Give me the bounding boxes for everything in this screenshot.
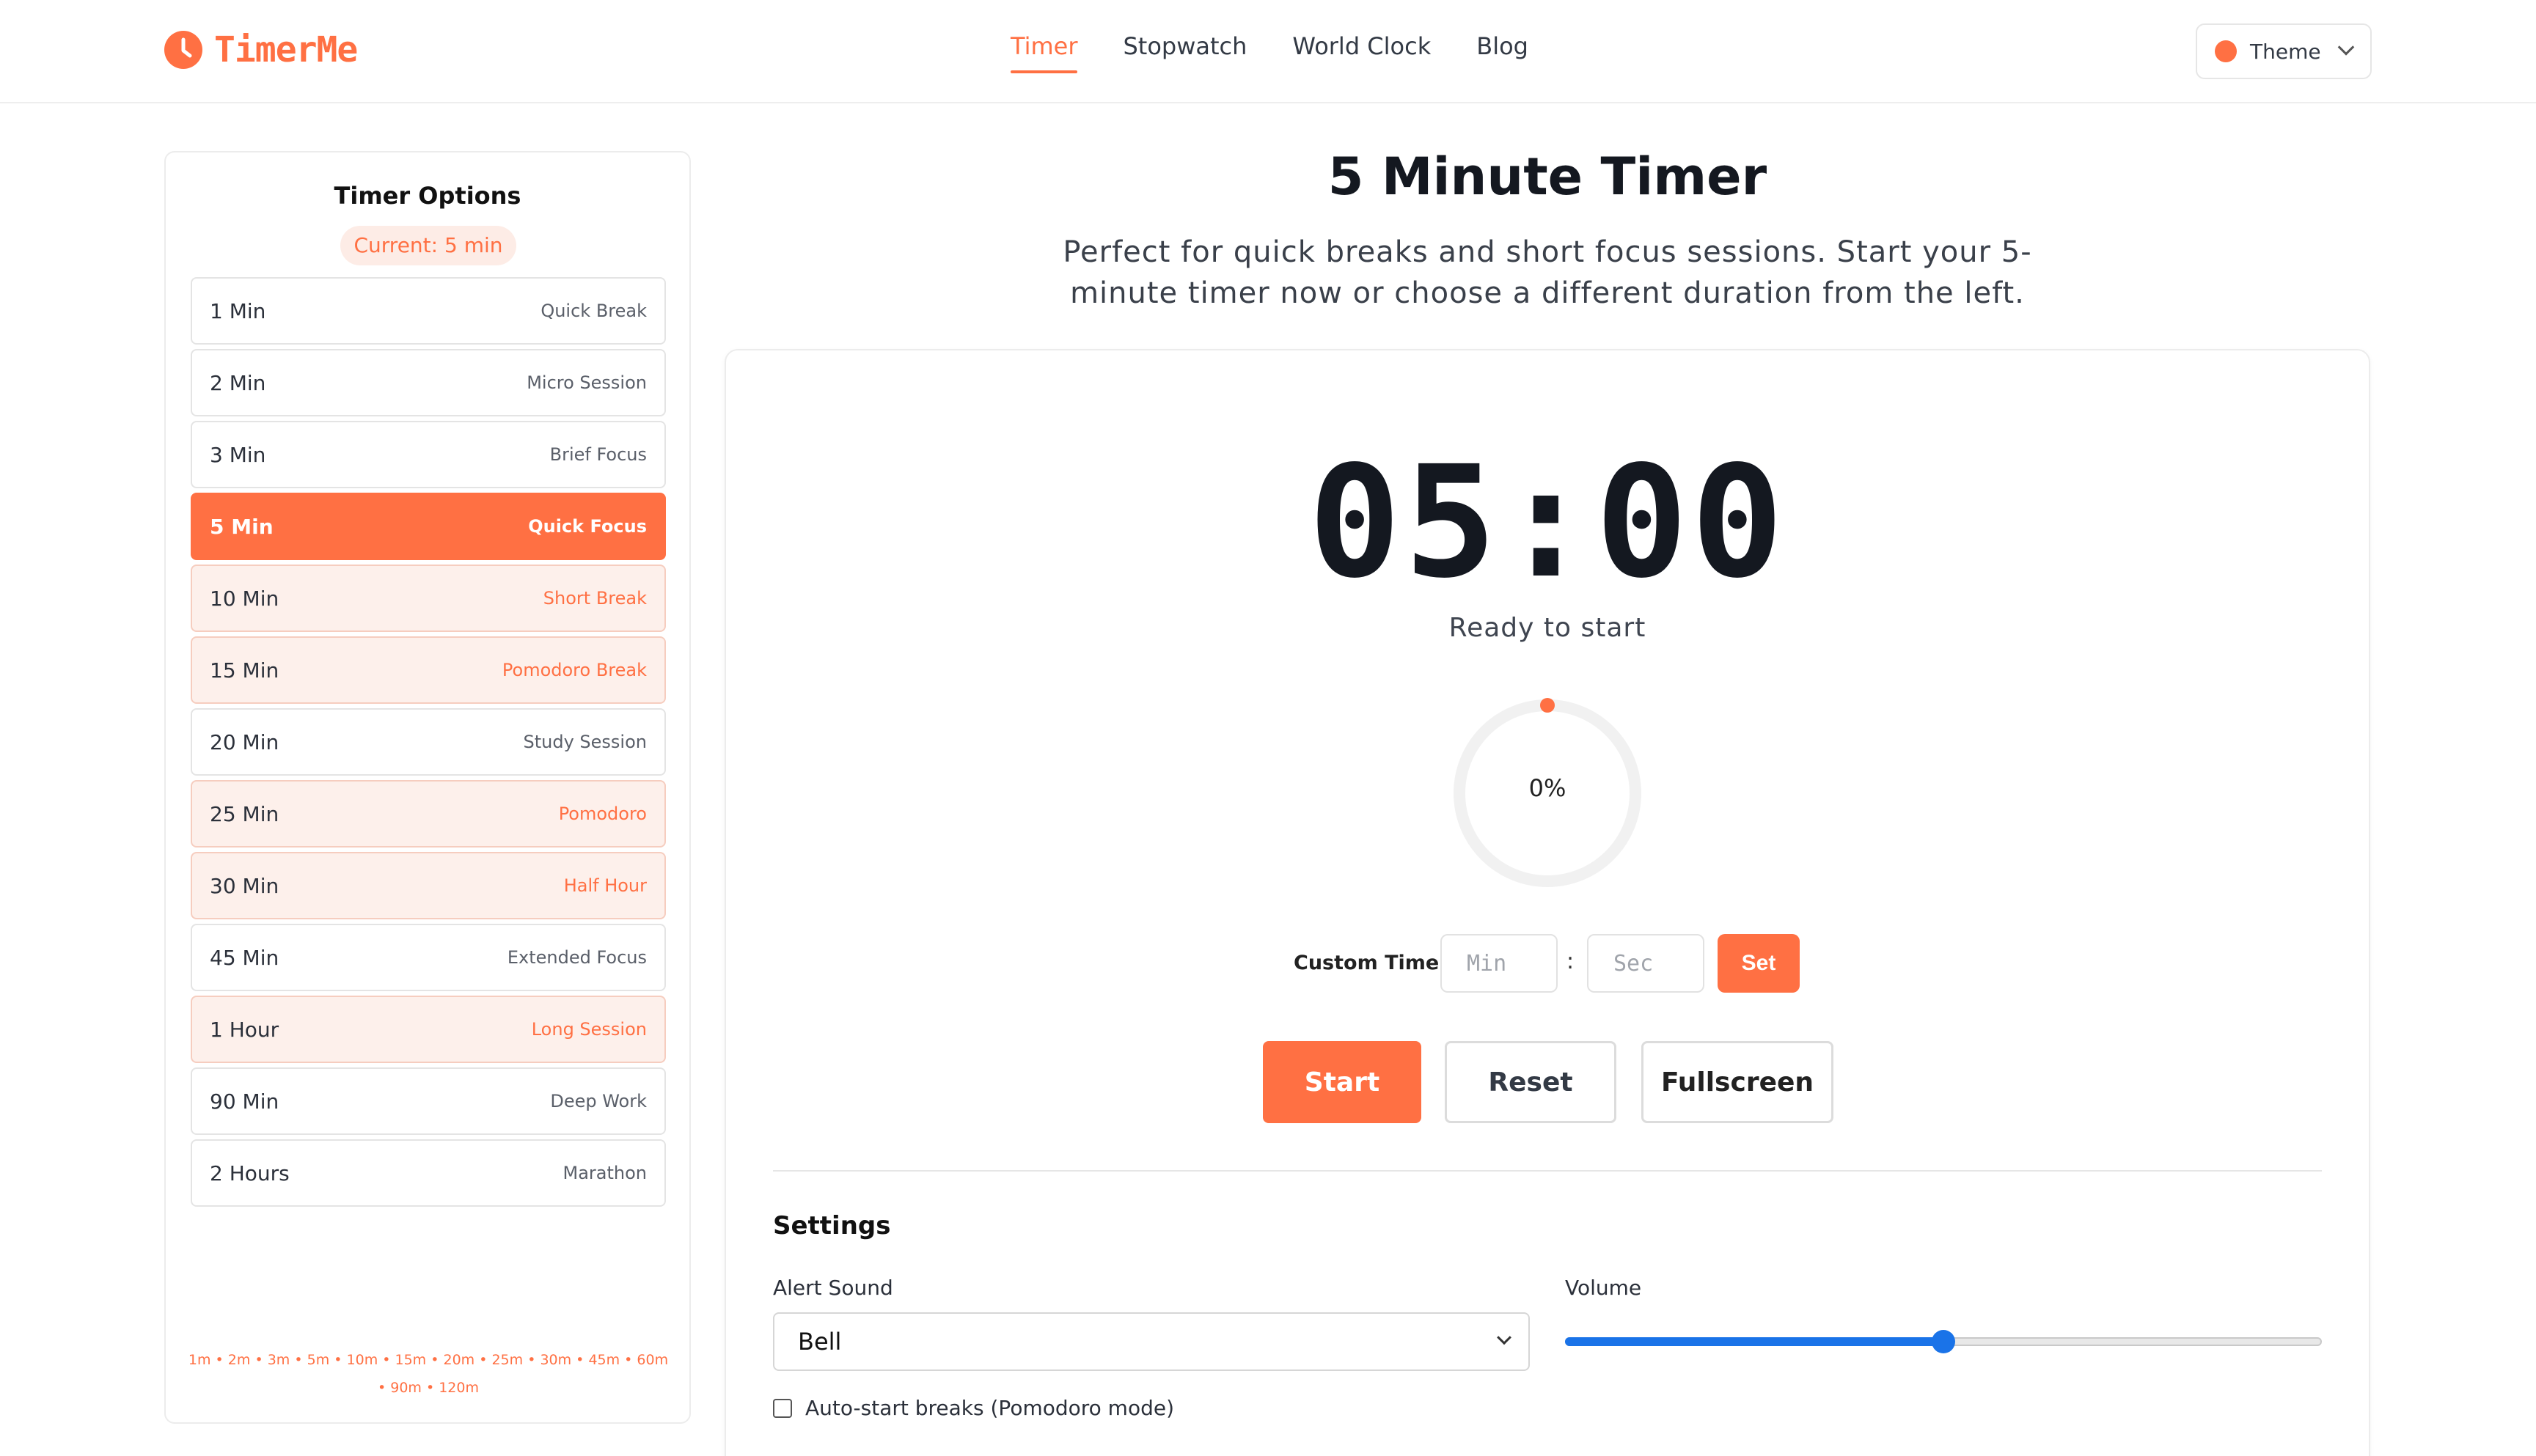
reset-button[interactable]: Reset	[1445, 1041, 1616, 1123]
timer-option[interactable]: 45 Min Extended Focus	[191, 924, 666, 991]
theme-dropdown[interactable]: Theme	[2196, 23, 2372, 79]
custom-minutes-input[interactable]	[1440, 934, 1558, 993]
option-duration: 1 Hour	[210, 1017, 279, 1042]
auto-start-checkbox[interactable]	[773, 1398, 792, 1418]
timer-option[interactable]: 1 Min Quick Break	[191, 277, 666, 345]
option-duration: 10 Min	[210, 586, 279, 611]
brand-name: TimerMe	[214, 29, 358, 70]
quick-link[interactable]: 20m	[443, 1352, 474, 1368]
option-description: Extended Focus	[507, 947, 647, 968]
theme-swatch	[2215, 40, 2237, 62]
nav-stopwatch[interactable]: Stopwatch	[1123, 32, 1247, 73]
option-description: Pomodoro	[558, 804, 647, 824]
option-duration: 20 Min	[210, 729, 279, 754]
timer-option[interactable]: 2 Min Micro Session	[191, 349, 666, 416]
option-duration: 45 Min	[210, 945, 279, 970]
fullscreen-button[interactable]: Fullscreen	[1641, 1041, 1833, 1123]
theme-label: Theme	[2250, 39, 2321, 64]
option-duration: 2 Min	[210, 370, 266, 395]
nav-world-clock[interactable]: World Clock	[1292, 32, 1431, 73]
timer-option[interactable]: 30 Min Half Hour	[191, 852, 666, 919]
start-button[interactable]: Start	[1263, 1041, 1421, 1123]
option-duration: 5 Min	[210, 514, 274, 539]
quick-link[interactable]: 2m	[228, 1352, 251, 1368]
alert-sound-select[interactable]: Bell	[773, 1312, 1530, 1371]
current-badge: Current: 5 min	[340, 226, 516, 265]
timer-options-panel: Timer Options Current: 5 min 1 Min Quick …	[164, 151, 691, 1424]
option-description: Pomodoro Break	[502, 660, 647, 680]
timer-status: Ready to start	[1448, 613, 1646, 643]
page-title: 5 Minute Timer	[1327, 147, 1767, 207]
option-description: Marathon	[562, 1163, 647, 1183]
auto-start-label: Auto-start breaks (Pomodoro mode)	[805, 1396, 1175, 1420]
settings-divider	[773, 1170, 2322, 1172]
option-description: Short Break	[543, 588, 647, 608]
timer-option[interactable]: 10 Min Short Break	[191, 565, 666, 632]
option-duration: 15 Min	[210, 658, 279, 683]
option-description: Study Session	[523, 732, 648, 752]
quick-link[interactable]: 10m	[347, 1352, 378, 1368]
chevron-down-icon	[2337, 39, 2354, 56]
nav-timer[interactable]: Timer	[1011, 32, 1078, 73]
custom-timer-label: Custom Timer	[1294, 952, 1449, 974]
volume-slider[interactable]	[1565, 1330, 2322, 1353]
quick-link[interactable]: 5m	[307, 1352, 330, 1368]
timer-option[interactable]: 2 Hours Marathon	[191, 1139, 666, 1207]
quick-link[interactable]: 15m	[395, 1352, 427, 1368]
option-description: Long Session	[531, 1019, 647, 1040]
set-custom-button[interactable]: Set	[1718, 934, 1800, 993]
timer-option[interactable]: 3 Min Brief Focus	[191, 421, 666, 488]
progress-indicator	[1540, 698, 1555, 713]
option-description: Micro Session	[527, 372, 647, 393]
timer-option[interactable]: 5 Min Quick Focus	[191, 493, 666, 560]
option-duration: 3 Min	[210, 442, 266, 467]
timer-option[interactable]: 1 Hour Long Session	[191, 996, 666, 1063]
option-duration: 2 Hours	[210, 1161, 290, 1185]
clock-icon	[164, 31, 202, 69]
option-duration: 1 Min	[210, 298, 266, 323]
progress-percent: 0%	[1528, 774, 1566, 802]
settings-title: Settings	[773, 1211, 891, 1240]
countdown-display: 05:00	[1308, 433, 1787, 612]
chevron-down-icon	[1497, 1330, 1511, 1345]
quick-link[interactable]: 3m	[268, 1352, 290, 1368]
slider-fill	[1565, 1337, 1943, 1346]
option-duration: 90 Min	[210, 1089, 279, 1114]
main-nav: Timer Stopwatch World Clock Blog	[1011, 32, 1574, 73]
brand-logo[interactable]: TimerMe	[163, 29, 358, 70]
quick-link[interactable]: 45m	[588, 1352, 620, 1368]
time-separator: :	[1566, 949, 1575, 974]
timer-option[interactable]: 20 Min Study Session	[191, 708, 666, 776]
option-description: Quick Focus	[528, 516, 647, 537]
timer-option[interactable]: 90 Min Deep Work	[191, 1067, 666, 1135]
top-header: TimerMe Timer Stopwatch World Clock Blog…	[0, 0, 2536, 103]
quick-link[interactable]: 1m	[188, 1352, 211, 1368]
option-duration: 30 Min	[210, 873, 279, 898]
quick-link[interactable]: 25m	[491, 1352, 523, 1368]
option-description: Brief Focus	[549, 444, 647, 465]
option-description: Deep Work	[550, 1091, 647, 1111]
volume-label: Volume	[1565, 1276, 1642, 1300]
quick-link[interactable]: 60m	[637, 1352, 668, 1368]
option-description: Quick Break	[540, 301, 647, 321]
option-description: Half Hour	[563, 875, 647, 896]
auto-start-option[interactable]: Auto-start breaks (Pomodoro mode)	[773, 1396, 1174, 1420]
page-subtitle: Perfect for quick breaks and short focus…	[1063, 235, 2032, 310]
panel-title: Timer Options	[334, 182, 521, 210]
nav-blog[interactable]: Blog	[1476, 32, 1528, 73]
quick-link[interactable]: 30m	[540, 1352, 571, 1368]
slider-thumb[interactable]	[1932, 1330, 1955, 1353]
alert-sound-label: Alert Sound	[773, 1276, 893, 1300]
alert-sound-value: Bell	[798, 1328, 842, 1356]
option-duration: 25 Min	[210, 801, 279, 826]
quick-links: 1m • 2m • 3m • 5m • 10m • 15m • 20m • 25…	[188, 1352, 669, 1396]
custom-seconds-input[interactable]	[1587, 934, 1704, 993]
quick-link[interactable]: 120m	[439, 1380, 479, 1396]
timer-option[interactable]: 15 Min Pomodoro Break	[191, 636, 666, 704]
timer-option[interactable]: 25 Min Pomodoro	[191, 780, 666, 848]
quick-link[interactable]: 90m	[390, 1380, 422, 1396]
